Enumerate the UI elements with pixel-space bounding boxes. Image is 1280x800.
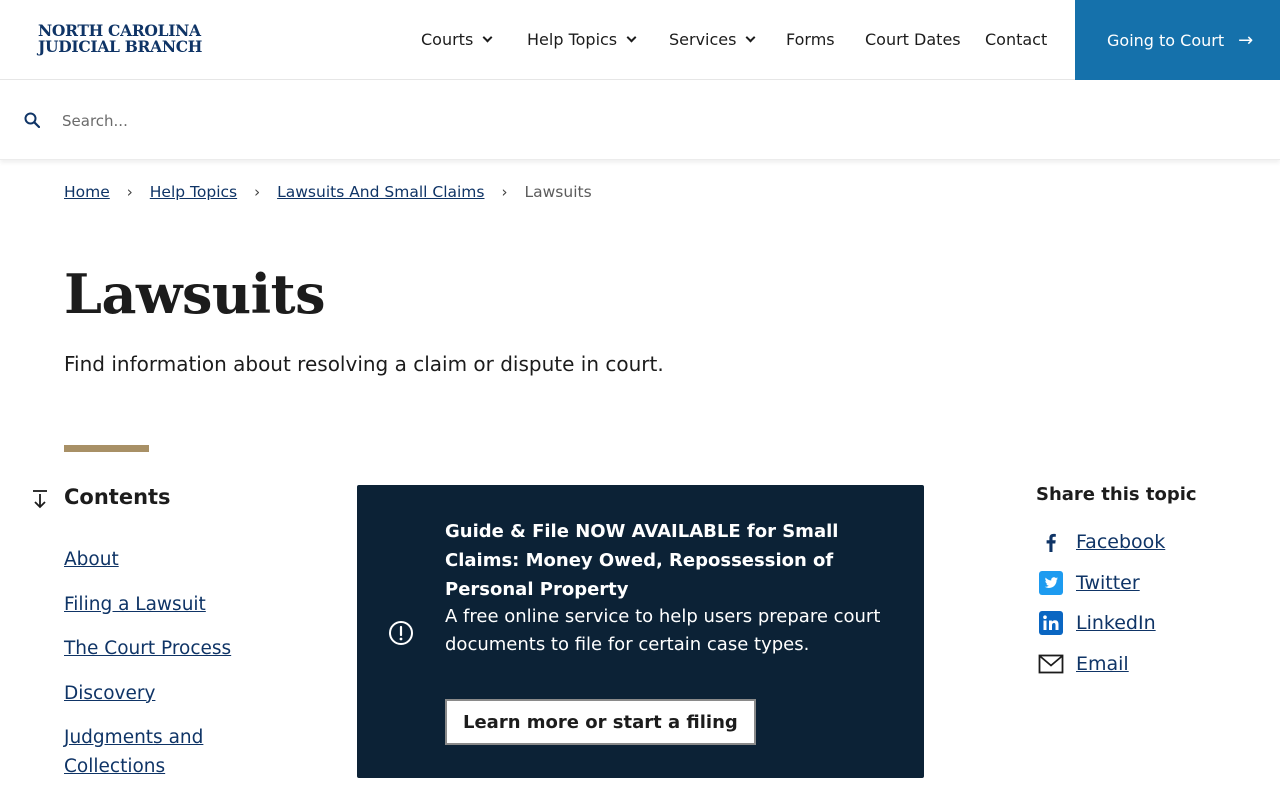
breadcrumb-separator: ›: [254, 183, 261, 201]
nav-courts-label: Courts: [421, 30, 474, 49]
nav-services-label: Services: [669, 30, 737, 49]
share-title: Share this topic: [1036, 484, 1197, 505]
page-title: Lawsuits: [64, 262, 325, 326]
chevron-down-icon: [626, 32, 637, 42]
search-bar: [0, 81, 1280, 160]
breadcrumb-lawsuits-small-claims[interactable]: Lawsuits And Small Claims: [277, 183, 484, 201]
nav-services[interactable]: Services: [669, 30, 756, 49]
nav-contact-label: Contact: [985, 30, 1048, 49]
share-facebook-link[interactable]: Facebook: [1076, 531, 1165, 553]
share-item-twitter: Twitter: [1036, 567, 1165, 599]
email-icon: [1036, 649, 1066, 679]
share-item-linkedin: LinkedIn: [1036, 607, 1165, 639]
page-subtitle: Find information about resolving a claim…: [64, 352, 664, 376]
twitter-icon: [1036, 568, 1066, 598]
alert-heading: Guide & File NOW AVAILABLE for Small Cla…: [445, 521, 839, 600]
contents-list: About Filing a Lawsuit The Court Process…: [64, 545, 304, 797]
going-to-court-button[interactable]: Going to Court →: [1075, 0, 1280, 80]
site-logo[interactable]: NORTH CAROLINA JUDICIAL BRANCH: [38, 23, 202, 55]
search-icon[interactable]: [24, 112, 40, 128]
contents-link-court-process[interactable]: The Court Process: [64, 638, 231, 659]
site-header: NORTH CAROLINA JUDICIAL BRANCH Courts He…: [0, 0, 1280, 80]
chevron-down-icon: [746, 32, 756, 42]
share-email-link[interactable]: Email: [1076, 653, 1129, 675]
alert-body: A free online service to help users prep…: [445, 606, 881, 655]
share-item-email: Email: [1036, 648, 1165, 680]
arrow-right-icon: →: [1238, 29, 1254, 51]
nav-courts[interactable]: Courts: [421, 30, 493, 49]
contents-link-judgments[interactable]: Judgments and Collections: [64, 727, 203, 777]
breadcrumb: Home › Help Topics › Lawsuits And Small …: [64, 183, 592, 201]
alert-circle-icon: [389, 621, 413, 645]
breadcrumb-home[interactable]: Home: [64, 183, 110, 201]
guide-file-alert: Guide & File NOW AVAILABLE for Small Cla…: [357, 485, 924, 778]
nav-court-dates[interactable]: Court Dates: [865, 30, 961, 49]
contents-item: About: [64, 545, 304, 574]
contents-item: Discovery: [64, 679, 304, 708]
contents-item: Filing a Lawsuit: [64, 590, 304, 619]
contents-item: Judgments and Collections: [64, 723, 304, 781]
accent-divider: [64, 445, 149, 452]
going-to-court-label: Going to Court: [1107, 30, 1225, 50]
share-linkedin-link[interactable]: LinkedIn: [1076, 612, 1156, 634]
logo-line2: JUDICIAL BRANCH: [38, 37, 203, 56]
breadcrumb-separator: ›: [126, 183, 133, 201]
nav-court-dates-label: Court Dates: [865, 30, 961, 49]
breadcrumb-help-topics[interactable]: Help Topics: [150, 183, 237, 201]
share-item-facebook: Facebook: [1036, 526, 1165, 558]
linkedin-icon: [1036, 608, 1066, 638]
share-twitter-link[interactable]: Twitter: [1076, 572, 1140, 594]
breadcrumb-current: Lawsuits: [524, 183, 592, 201]
learn-more-button[interactable]: Learn more or start a filing: [445, 699, 756, 745]
nav-forms-label: Forms: [786, 30, 835, 49]
contents-link-discovery[interactable]: Discovery: [64, 683, 155, 704]
breadcrumb-separator: ›: [501, 183, 508, 201]
nav-contact[interactable]: Contact: [985, 30, 1047, 49]
nav-help-topics-label: Help Topics: [527, 30, 618, 49]
share-list: Facebook Twitter LinkedIn Email: [1036, 526, 1165, 688]
contents-link-about[interactable]: About: [64, 549, 119, 570]
search-input[interactable]: [62, 105, 1242, 137]
nav-forms[interactable]: Forms: [786, 30, 835, 49]
chevron-down-icon: [482, 32, 493, 42]
arrow-down-to-line-icon: [33, 490, 47, 509]
contents-title: Contents: [64, 485, 171, 509]
contents-item: The Court Process: [64, 634, 304, 663]
facebook-icon: [1036, 527, 1066, 557]
contents-link-filing[interactable]: Filing a Lawsuit: [64, 594, 206, 615]
nav-help-topics[interactable]: Help Topics: [527, 30, 637, 49]
